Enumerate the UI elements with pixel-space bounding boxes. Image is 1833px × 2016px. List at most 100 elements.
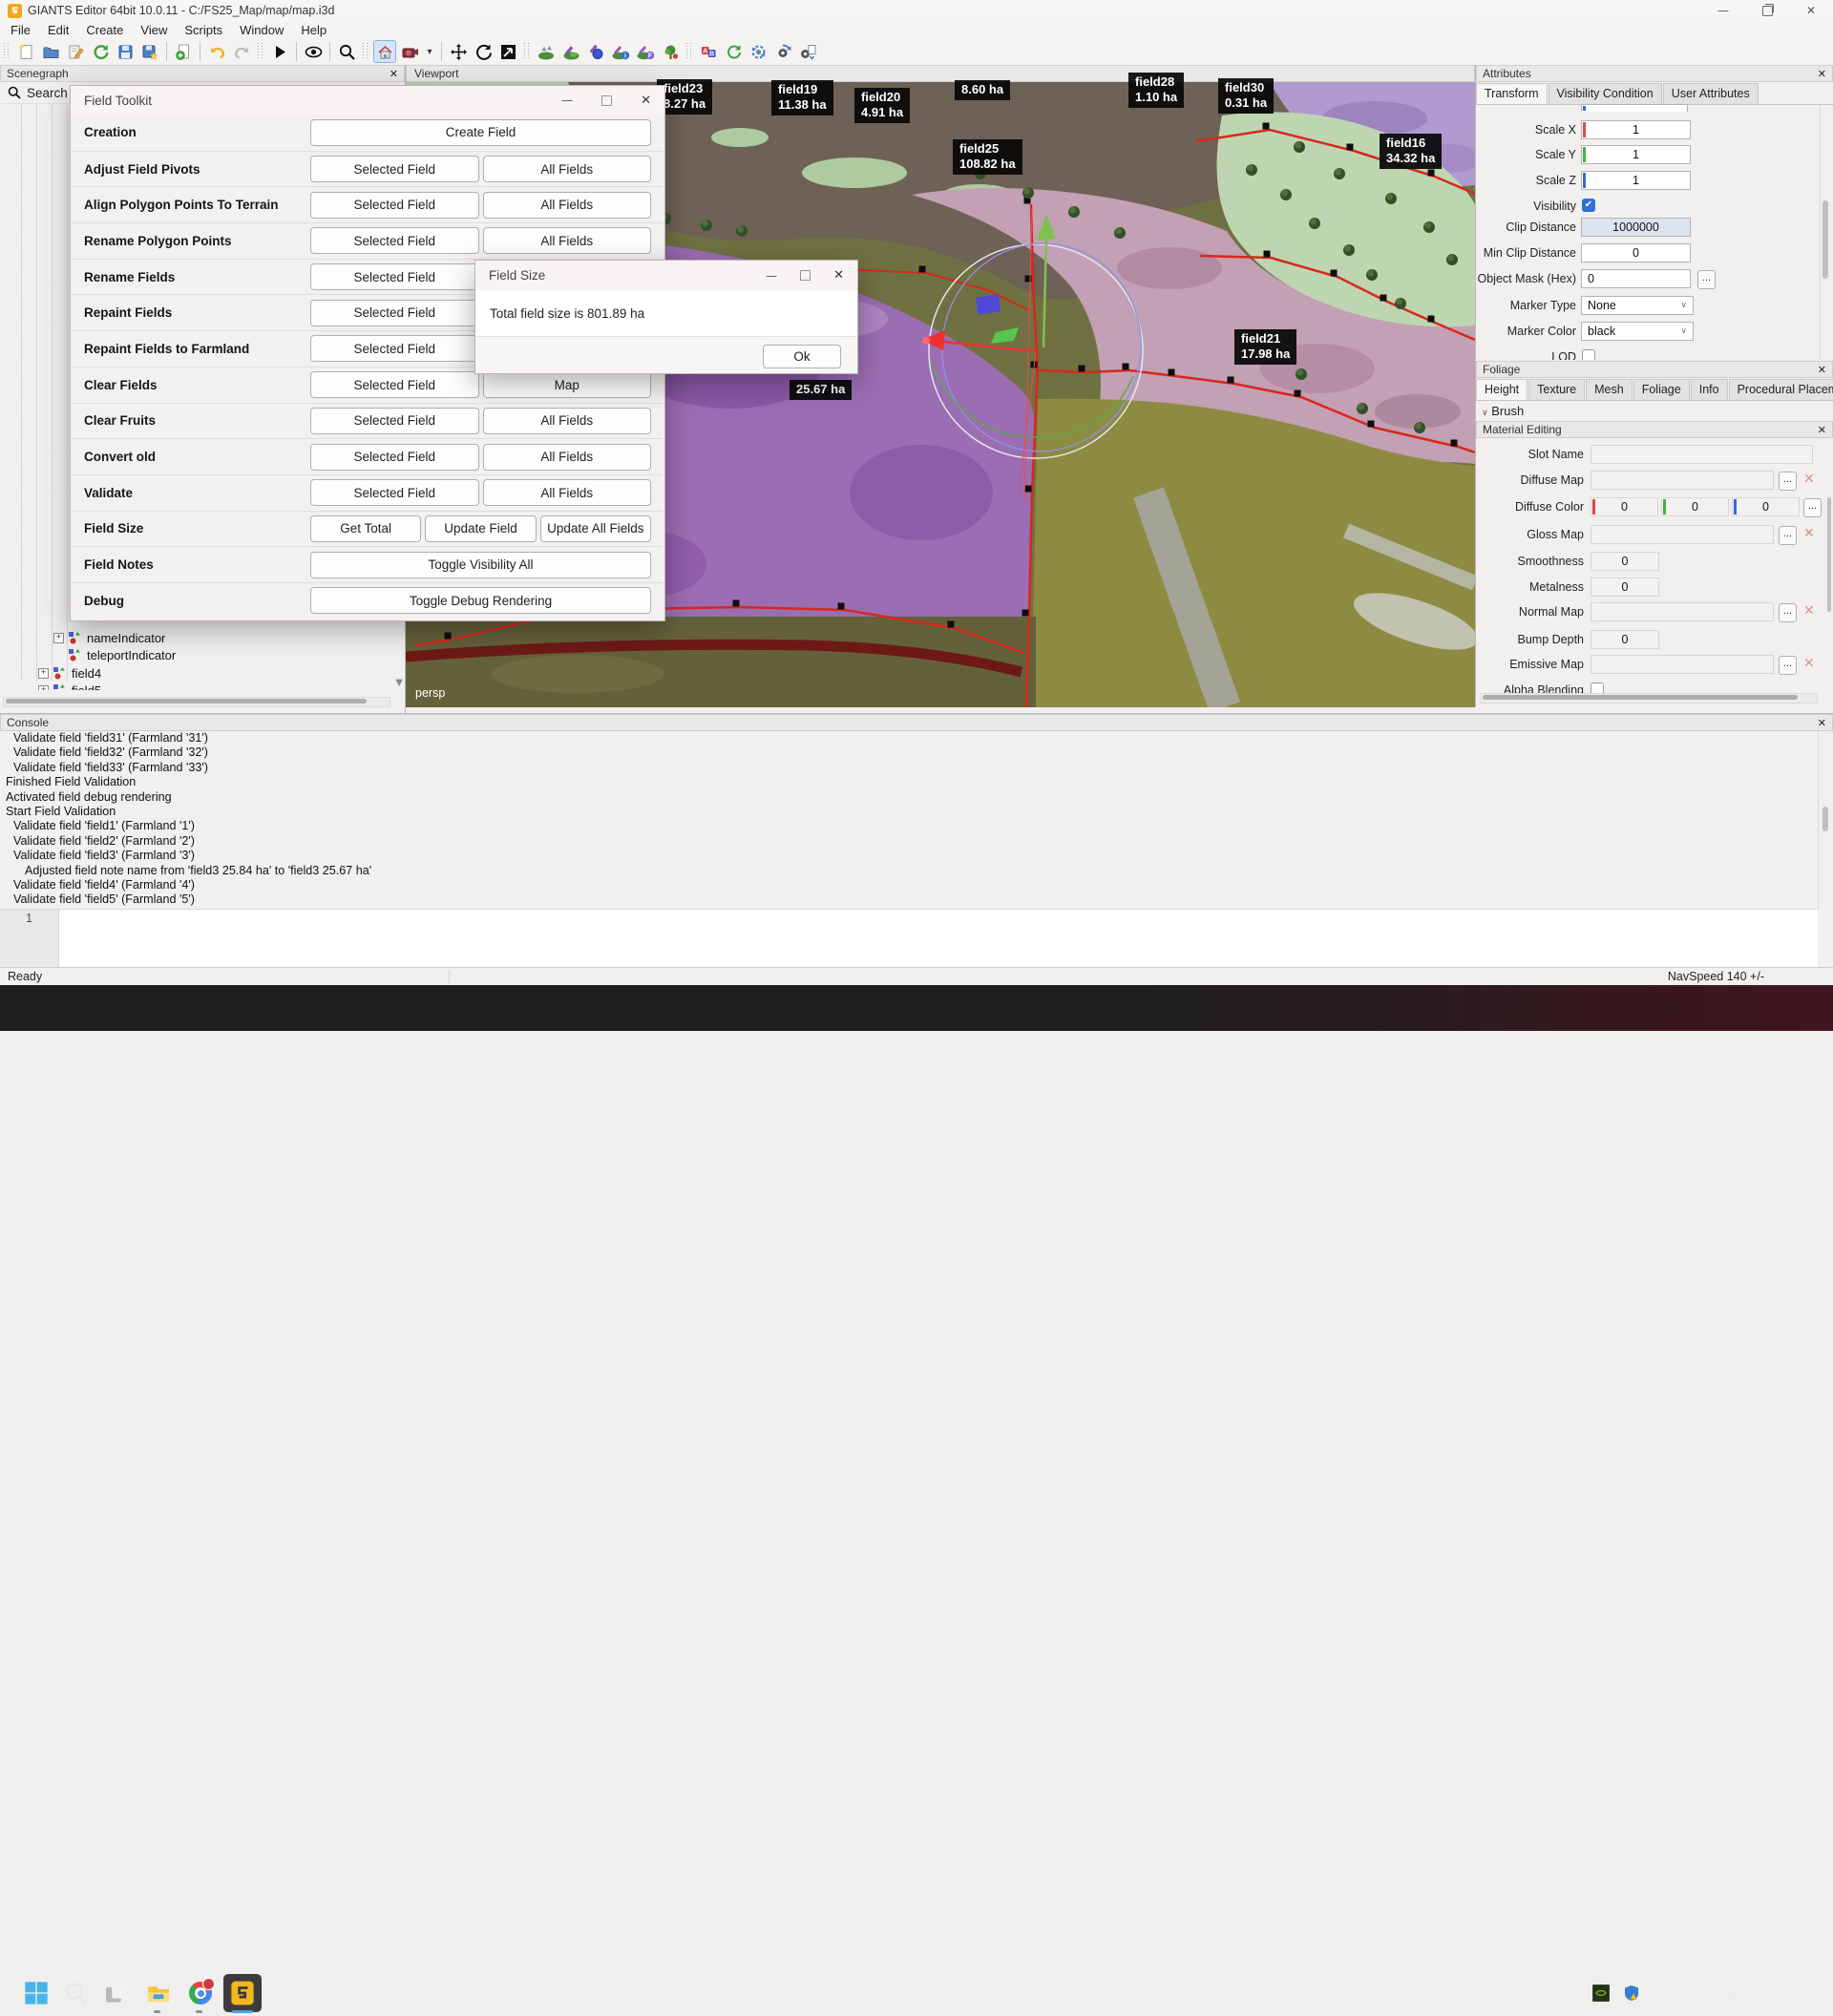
- ellipsis-button[interactable]: ...: [1697, 270, 1716, 289]
- material-input-6[interactable]: [1591, 602, 1774, 621]
- foliage-close-icon[interactable]: ✕: [1818, 364, 1826, 376]
- dialog-minimize-icon[interactable]: —: [766, 269, 777, 283]
- terrain-farmland-icon[interactable]: F: [634, 40, 657, 63]
- delete-map-icon[interactable]: ✕: [1803, 603, 1815, 619]
- new-file-icon[interactable]: [14, 40, 37, 63]
- dropdown-marker-color[interactable]: black∨: [1581, 322, 1694, 341]
- all-fields-button[interactable]: All Fields: [483, 192, 652, 219]
- security-shield-icon[interactable]: [1623, 1984, 1640, 2002]
- zoom-icon[interactable]: [335, 40, 358, 63]
- terrain-info-icon[interactable]: i: [609, 40, 632, 63]
- selected-field-button[interactable]: Selected Field: [310, 300, 479, 326]
- task-view-icon[interactable]: [101, 1978, 132, 2008]
- all-fields-button[interactable]: All Fields: [483, 227, 652, 254]
- selected-field-button[interactable]: Selected Field: [310, 335, 479, 362]
- taskbar-search-icon[interactable]: [61, 1978, 92, 2008]
- ok-button[interactable]: Ok: [763, 345, 841, 368]
- giants-editor-taskbar-icon[interactable]: [227, 1978, 258, 2008]
- field-size-titlebar[interactable]: Field Size — ✕: [475, 261, 857, 290]
- ellipsis-button[interactable]: ...: [1779, 472, 1797, 491]
- ellipsis-button[interactable]: ...: [1779, 656, 1797, 675]
- tree-item-field5[interactable]: +field5: [38, 682, 101, 690]
- get-total-button[interactable]: Get Total: [310, 515, 421, 542]
- color-channel-input[interactable]: 0: [1732, 497, 1800, 516]
- selected-field-button[interactable]: Selected Field: [310, 371, 479, 398]
- tree-scroll-down-icon[interactable]: ▼: [395, 678, 403, 688]
- menu-help[interactable]: Help: [292, 23, 335, 37]
- tree-placement-icon[interactable]: [659, 40, 682, 63]
- rotate-icon[interactable]: [472, 40, 495, 63]
- brush-section[interactable]: ∨ Brush: [1476, 401, 1833, 420]
- taskbar-clock[interactable]: 7:33 22.03.2026: [1766, 1974, 1823, 2009]
- tab-height[interactable]: Height: [1476, 379, 1528, 400]
- tree-item-nameIndicator[interactable]: +nameIndicator: [53, 630, 165, 646]
- script-reload-icon[interactable]: [722, 40, 745, 63]
- dropdown-marker-type[interactable]: None∨: [1581, 296, 1694, 315]
- input-scale-x[interactable]: 1: [1581, 120, 1691, 139]
- delete-map-icon[interactable]: ✕: [1803, 472, 1815, 487]
- terrain-paint-icon[interactable]: [559, 40, 582, 63]
- tab-texture[interactable]: Texture: [1528, 379, 1585, 400]
- tab-foliage[interactable]: Foliage: [1633, 379, 1690, 400]
- checkbox-checked[interactable]: ✔: [1582, 199, 1595, 212]
- ellipsis-button[interactable]: ...: [1803, 498, 1822, 517]
- selected-field-button[interactable]: Selected Field: [310, 479, 479, 506]
- text-tool-icon[interactable]: AB: [697, 40, 720, 63]
- all-fields-button[interactable]: All Fields: [483, 156, 652, 182]
- close-icon[interactable]: ✕: [1789, 0, 1833, 21]
- all-fields-button[interactable]: All Fields: [483, 408, 652, 434]
- viewport-tab[interactable]: Viewport: [414, 67, 458, 80]
- dialog-minimize-icon[interactable]: —: [561, 94, 573, 107]
- material-hscrollbar[interactable]: [1480, 693, 1818, 704]
- material-close-icon[interactable]: ✕: [1818, 424, 1826, 436]
- selected-field-button[interactable]: Selected Field: [310, 444, 479, 471]
- foliage-paint-icon[interactable]: [584, 40, 607, 63]
- input-min-clip-distance[interactable]: 0: [1581, 243, 1691, 262]
- color-channel-input[interactable]: 0: [1661, 497, 1729, 516]
- camera-tool-icon[interactable]: [398, 40, 421, 63]
- network-icon[interactable]: [1694, 1984, 1711, 2002]
- checkbox-unchecked[interactable]: [1582, 349, 1595, 360]
- color-channel-input[interactable]: 0: [1591, 497, 1658, 516]
- ellipsis-button[interactable]: ...: [1779, 603, 1797, 622]
- all-fields-button[interactable]: All Fields: [483, 479, 652, 506]
- open-file-icon[interactable]: [39, 40, 62, 63]
- attributes-scrollbar[interactable]: [1820, 105, 1831, 360]
- menu-scripts[interactable]: Scripts: [176, 23, 231, 37]
- delete-map-icon[interactable]: ✕: [1803, 656, 1815, 671]
- selected-field-button[interactable]: Selected Field: [310, 227, 479, 254]
- sync-gears-icon[interactable]: [747, 40, 769, 63]
- chevron-down-icon[interactable]: ▾: [423, 40, 436, 63]
- dialog-maximize-icon[interactable]: [800, 270, 811, 281]
- expand-icon[interactable]: +: [38, 668, 49, 679]
- home-icon[interactable]: [373, 40, 396, 63]
- tree-item-field4[interactable]: +field4: [38, 665, 101, 682]
- expand-icon[interactable]: +: [38, 685, 49, 690]
- undo-icon[interactable]: [205, 40, 228, 63]
- menu-window[interactable]: Window: [231, 23, 292, 37]
- console-log[interactable]: Validate field 'field31' (Farmland '31')…: [0, 731, 1818, 909]
- volume-icon[interactable]: [1724, 1984, 1741, 2002]
- save-icon[interactable]: [114, 40, 137, 63]
- material-input-3[interactable]: [1591, 525, 1774, 544]
- input-clip-distance[interactable]: 1000000: [1581, 218, 1691, 237]
- menu-edit[interactable]: Edit: [39, 23, 77, 37]
- material-scrollbar[interactable]: [1826, 478, 1832, 688]
- save-as-icon[interactable]: [138, 40, 161, 63]
- redo-icon[interactable]: [230, 40, 253, 63]
- material-input-4[interactable]: 0: [1591, 552, 1659, 571]
- console-close-icon[interactable]: ✕: [1818, 717, 1826, 729]
- script-input-area[interactable]: 1: [0, 909, 1818, 967]
- dialog-close-icon[interactable]: ✕: [833, 268, 844, 283]
- edit-notes-icon[interactable]: [64, 40, 87, 63]
- tab-info[interactable]: Info: [1691, 379, 1728, 400]
- tab-procedural-placement[interactable]: Procedural Placement: [1729, 379, 1833, 400]
- tab-visibility-condition[interactable]: Visibility Condition: [1549, 83, 1662, 104]
- import-icon[interactable]: [172, 40, 195, 63]
- all-fields-button[interactable]: All Fields: [483, 444, 652, 471]
- material-input-8[interactable]: [1591, 655, 1774, 674]
- expand-icon[interactable]: +: [53, 633, 64, 643]
- reload-icon[interactable]: [89, 40, 112, 63]
- scenegraph-hscrollbar[interactable]: [3, 697, 390, 707]
- scale-icon[interactable]: [496, 40, 519, 63]
